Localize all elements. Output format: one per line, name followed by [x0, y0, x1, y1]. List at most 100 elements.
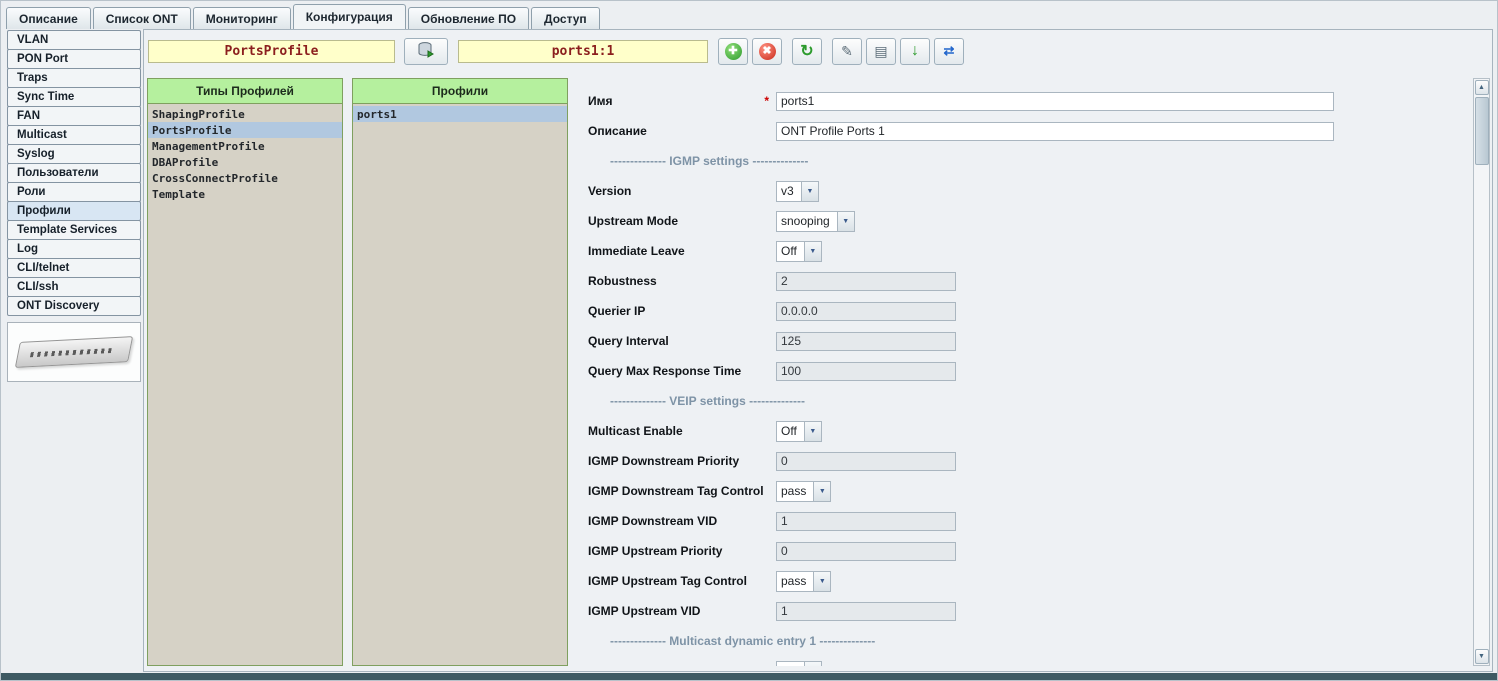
sidebar-item-fan[interactable]: FAN — [7, 106, 141, 126]
name-input[interactable] — [776, 92, 1334, 111]
sidebar-item-log[interactable]: Log — [7, 239, 141, 259]
query-max-response-time-input — [776, 362, 956, 381]
toolbar-buttons: ✚✖ ↻ ✎ ▤ ↓ ⇄ — [718, 38, 964, 65]
delete-button[interactable]: ✖ — [752, 38, 782, 65]
device-ports-graphic — [30, 348, 112, 357]
sidebar-item-template-services[interactable]: Template Services — [7, 220, 141, 240]
tab-0[interactable]: Описание — [6, 7, 91, 29]
query-max-response-time-label-text: Query Max Response Time — [588, 364, 741, 378]
profile-types-panel: Типы Профилей ShapingProfilePortsProfile… — [147, 78, 343, 666]
tab-ont[interactable]: Список ONT — [93, 7, 191, 29]
name-label-text: Имя — [588, 94, 613, 108]
query-interval-label: Query Interval — [588, 334, 776, 348]
chevron-down-icon[interactable]: ▼ — [804, 662, 821, 667]
version-select-value: v3 — [777, 182, 801, 201]
scrollbar-up-button[interactable]: ▲ — [1475, 80, 1489, 95]
chevron-down-icon[interactable]: ▼ — [813, 572, 830, 591]
refresh-button[interactable]: ↻ — [792, 38, 822, 65]
list-item-crossconnectprofile[interactable]: CrossConnectProfile — [148, 170, 342, 186]
immediate-leave-select[interactable]: Off▼ — [776, 241, 822, 262]
upstream-mode-label: Upstream Mode — [588, 214, 776, 228]
chevron-down-icon[interactable]: ▼ — [813, 482, 830, 501]
igmp-upstream-priority-input — [776, 542, 956, 561]
sidebar-item-cli-ssh[interactable]: CLI/ssh — [7, 277, 141, 297]
load-profile-button[interactable] — [404, 38, 448, 65]
sidebar-item-8[interactable]: Роли — [7, 182, 141, 202]
sidebar-item-cli-telnet[interactable]: CLI/telnet — [7, 258, 141, 278]
igmp-downstream-vid-label: IGMP Downstream VID — [588, 514, 776, 528]
pencil-icon: ✎ — [841, 43, 853, 60]
form-scrollbar[interactable]: ▲ ▼ — [1473, 78, 1490, 666]
add-button[interactable]: ✚ — [718, 38, 748, 65]
query-interval-label-text: Query Interval — [588, 334, 669, 348]
multicast-enable-label: Multicast Enable — [588, 424, 776, 438]
upstream-mode-row: Upstream Modesnooping▼ — [588, 206, 1466, 236]
immediate-leave-select-value: Off — [777, 242, 804, 261]
version-label-text: Version — [588, 184, 631, 198]
sidebar-item-sync-time[interactable]: Sync Time — [7, 87, 141, 107]
document-icon: ▤ — [874, 43, 887, 60]
down-arrow-icon: ↓ — [911, 42, 919, 60]
profile-instance-field[interactable]: ports1:1 — [458, 40, 708, 63]
enabled-row: EnabledOff▼ — [588, 656, 1466, 666]
veip-settings-section: -------------- VEIP settings -----------… — [588, 386, 1466, 416]
description-input[interactable] — [776, 122, 1334, 141]
required-asterisk: * — [764, 94, 776, 108]
igmp-upstream-tag-control-select[interactable]: pass▼ — [776, 571, 831, 592]
igmp-downstream-tag-control-select[interactable]: pass▼ — [776, 481, 831, 502]
chevron-down-icon[interactable]: ▼ — [804, 242, 821, 261]
tab-3[interactable]: Конфигурация — [293, 4, 406, 29]
sidebar-item-pon-port[interactable]: PON Port — [7, 49, 141, 69]
download-button[interactable]: ↓ — [900, 38, 930, 65]
query-max-response-time-label: Query Max Response Time — [588, 364, 776, 378]
igmp-downstream-priority-label: IGMP Downstream Priority — [588, 454, 776, 468]
tab-4[interactable]: Обновление ПО — [408, 7, 529, 29]
multicast-enable-select[interactable]: Off▼ — [776, 421, 822, 442]
list-item-dbaprofile[interactable]: DBAProfile — [148, 154, 342, 170]
igmp-downstream-vid-row: IGMP Downstream VID — [588, 506, 1466, 536]
sidebar-item-ont-discovery[interactable]: ONT Discovery — [7, 296, 141, 316]
sidebar-item-syslog[interactable]: Syslog — [7, 144, 141, 164]
multicast-enable-select-value: Off — [777, 422, 804, 441]
tab-2[interactable]: Мониторинг — [193, 7, 291, 29]
sidebar: VLANPON PortTrapsSync TimeFANMulticastSy… — [7, 31, 141, 382]
enabled-select-value: Off — [777, 662, 804, 667]
profile-types-list: ShapingProfilePortsProfileManagementProf… — [148, 104, 342, 665]
enabled-select[interactable]: Off▼ — [776, 661, 822, 667]
list-item-shapingprofile[interactable]: ShapingProfile — [148, 106, 342, 122]
chevron-down-icon[interactable]: ▼ — [804, 422, 821, 441]
immediate-leave-label-text: Immediate Leave — [588, 244, 685, 258]
query-interval-input — [776, 332, 956, 351]
profiles-list: ports1 — [353, 104, 567, 665]
chevron-down-icon[interactable]: ▼ — [837, 212, 854, 231]
sidebar-item-9[interactable]: Профили — [7, 201, 141, 221]
igmp-downstream-tag-control-label-text: IGMP Downstream Tag Control — [588, 484, 764, 498]
list-item-managementprofile[interactable]: ManagementProfile — [148, 138, 342, 154]
querier-ip-row: Querier IP — [588, 296, 1466, 326]
export-button[interactable]: ⇄ — [934, 38, 964, 65]
scrollbar-down-button[interactable]: ▼ — [1475, 649, 1489, 664]
list-item-portsprofile[interactable]: PortsProfile — [148, 122, 342, 138]
main-area: PortsProfile ports1:1 ✚✖ ↻ ✎ ▤ ↓ ⇄ Типы Профи… — [143, 29, 1493, 672]
upstream-mode-select[interactable]: snooping▼ — [776, 211, 855, 232]
sidebar-item-vlan[interactable]: VLAN — [7, 30, 141, 50]
scrollbar-thumb[interactable] — [1475, 97, 1489, 165]
transfer-icon: ⇄ — [944, 43, 955, 59]
copy-button[interactable]: ▤ — [866, 38, 896, 65]
sidebar-item-multicast[interactable]: Multicast — [7, 125, 141, 145]
igmp-downstream-vid-label-text: IGMP Downstream VID — [588, 514, 717, 528]
profile-type-field[interactable]: PortsProfile — [148, 40, 395, 63]
sidebar-item-7[interactable]: Пользователи — [7, 163, 141, 183]
tab-5[interactable]: Доступ — [531, 7, 600, 29]
database-icon — [417, 42, 435, 61]
chevron-down-icon[interactable]: ▼ — [801, 182, 818, 201]
description-label: Описание — [588, 124, 776, 138]
igmp-upstream-vid-row: IGMP Upstream VID — [588, 596, 1466, 626]
sidebar-item-traps[interactable]: Traps — [7, 68, 141, 88]
list-item-ports1[interactable]: ports1 — [353, 106, 567, 122]
list-item-template[interactable]: Template — [148, 186, 342, 202]
edit-button[interactable]: ✎ — [832, 38, 862, 65]
multicast-enable-label-text: Multicast Enable — [588, 424, 683, 438]
tab-bar: ОписаниеСписок ONTМониторингКонфигурация… — [1, 1, 1497, 29]
version-select[interactable]: v3▼ — [776, 181, 819, 202]
